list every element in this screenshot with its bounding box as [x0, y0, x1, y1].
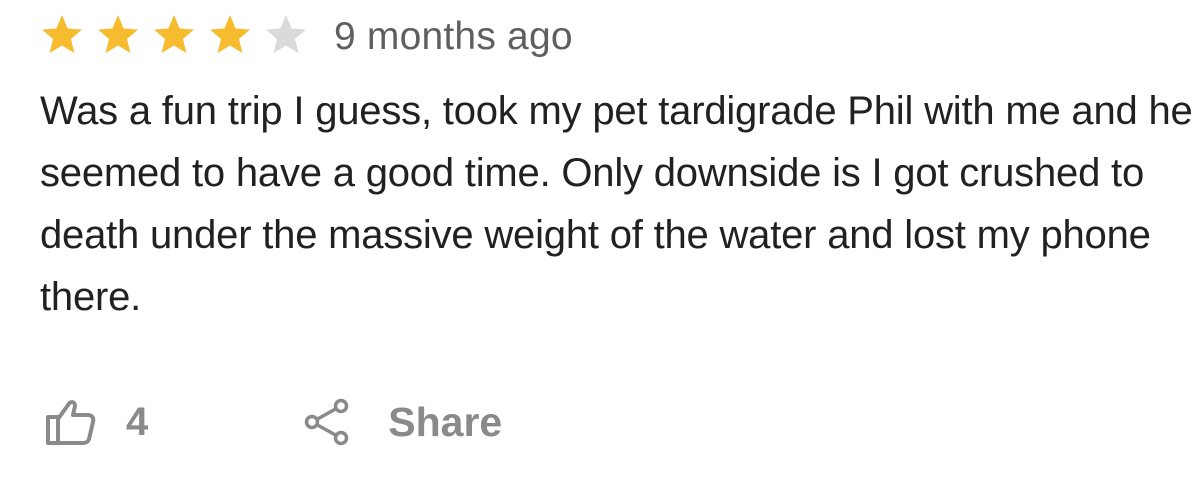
review-text: Was a fun trip I guess, took my pet tard…: [40, 89, 1193, 319]
share-button[interactable]: Share: [302, 397, 502, 447]
like-button[interactable]: 4: [40, 393, 148, 451]
share-label: Share: [388, 398, 503, 445]
review-card: 9 months ago Was a fun trip I guess, too…: [40, 10, 1193, 328]
star-icon-filled: [40, 12, 96, 60]
thumbs-up-icon: [40, 393, 98, 451]
star-icon-filled: [152, 12, 208, 60]
rating-row: 9 months ago: [40, 10, 1190, 62]
star-rating: [40, 12, 320, 60]
review-actions: 4 Share: [40, 390, 502, 454]
star-icon-empty: [264, 12, 320, 60]
star-icon-filled: [96, 12, 152, 60]
like-count: 4: [126, 399, 149, 444]
share-icon: [302, 397, 352, 447]
star-icon-filled: [208, 12, 264, 60]
review-timestamp: 9 months ago: [334, 14, 573, 58]
